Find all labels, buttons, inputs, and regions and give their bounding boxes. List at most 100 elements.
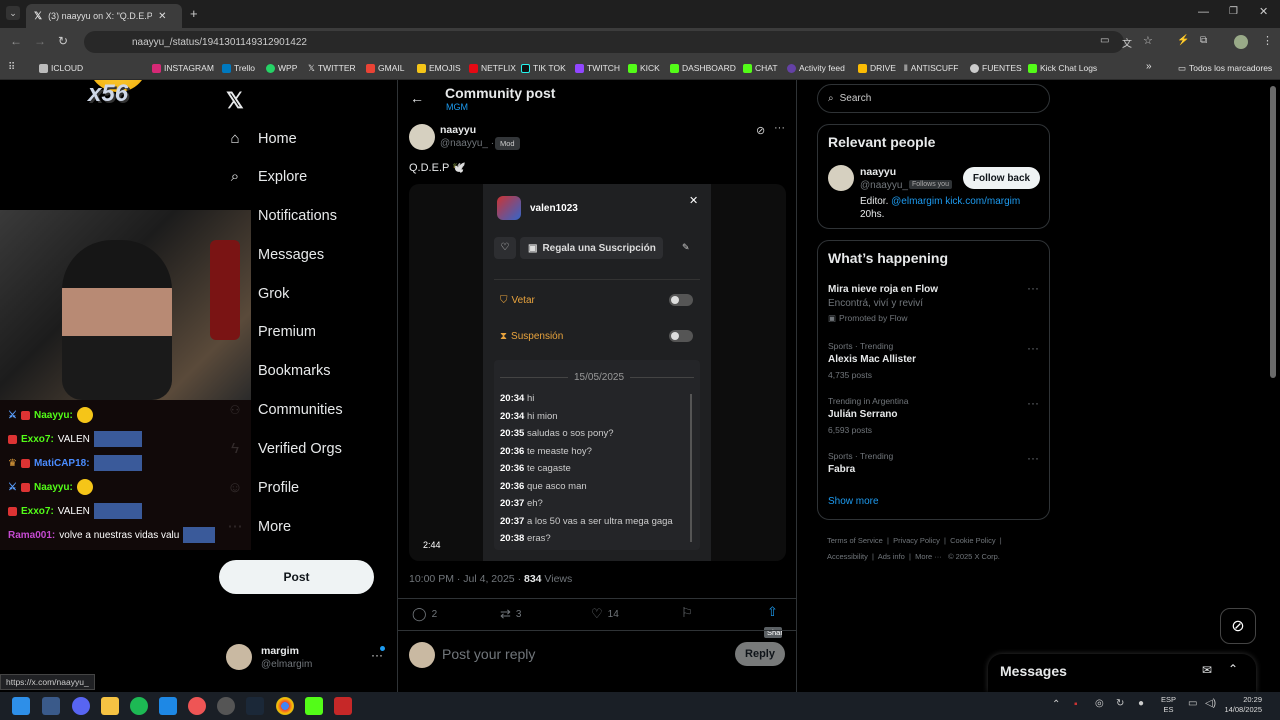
show-more-link[interactable]: Show more bbox=[828, 496, 879, 507]
nav-home[interactable]: ⌂ Home bbox=[226, 124, 296, 154]
expand-icon[interactable]: ⌃ bbox=[1228, 662, 1238, 676]
tray-chevron-icon[interactable]: ⌃ bbox=[1052, 699, 1060, 710]
grok-float-icon[interactable]: ⊘ bbox=[1220, 608, 1256, 644]
steam-icon[interactable] bbox=[246, 697, 264, 715]
reply-input[interactable]: Post your reply bbox=[442, 646, 535, 662]
community-name[interactable]: MGM bbox=[446, 102, 468, 112]
window-close-icon[interactable]: ✕ bbox=[1259, 5, 1268, 18]
bookmark-emojis[interactable]: EMOJIS bbox=[417, 56, 461, 80]
bookmark-tiktok[interactable]: TIK TOK bbox=[521, 56, 566, 80]
all-bookmarks[interactable]: ▭ Todos los marcadores bbox=[1178, 56, 1272, 80]
forward-icon[interactable]: → bbox=[34, 34, 46, 48]
post-author-name[interactable]: naayyu bbox=[440, 124, 476, 136]
follow-back-button[interactable]: Follow back bbox=[963, 167, 1040, 189]
spotify-icon[interactable] bbox=[130, 697, 148, 715]
account-avatar[interactable] bbox=[226, 644, 252, 670]
kick-icon[interactable] bbox=[305, 697, 323, 715]
browser-tab[interactable]: 𝕏 (3) naayyu on X: "Q.D.E.P 🕊 ht ✕ bbox=[26, 4, 182, 28]
footer-link[interactable]: Privacy Policy bbox=[893, 536, 940, 545]
trend-menu-icon[interactable]: ··· bbox=[1027, 451, 1039, 465]
footer-link[interactable]: Ads info bbox=[878, 552, 905, 561]
new-tab-icon[interactable]: + bbox=[190, 6, 198, 21]
bookmark-netflix[interactable]: NETFLIX bbox=[469, 56, 516, 80]
language-indicator[interactable]: ESP ES bbox=[1161, 695, 1176, 715]
trend-menu-icon[interactable]: ··· bbox=[1027, 281, 1039, 295]
tray-app-icon[interactable]: ↻ bbox=[1116, 698, 1124, 709]
footer-link[interactable]: Terms of Service bbox=[827, 536, 883, 545]
extension-icon[interactable]: ⚡ bbox=[1177, 35, 1189, 46]
bookmark-action-icon[interactable]: ⚐ bbox=[681, 605, 693, 621]
tray-app-icon[interactable]: ▪ bbox=[1074, 699, 1078, 710]
app-icon[interactable] bbox=[42, 697, 60, 715]
like-action[interactable]: ♡ 14 bbox=[591, 606, 619, 622]
x-logo-icon[interactable]: 𝕏 bbox=[226, 88, 244, 114]
bookmark-activity-feed[interactable]: Activity feed bbox=[787, 56, 845, 80]
page-scrollbar[interactable] bbox=[1270, 86, 1276, 378]
chrome-icon[interactable] bbox=[276, 697, 294, 715]
bookmark-twitter[interactable]: 𝕏 TWITTER bbox=[308, 56, 356, 80]
trend-item[interactable]: Sports · Trending Alexis Mac Allister 4,… bbox=[818, 341, 1051, 386]
minimize-icon[interactable]: — bbox=[1198, 6, 1209, 18]
bookmark-antiscuff[interactable]: ⦀ ANTISCUFF bbox=[904, 56, 958, 80]
network-icon[interactable]: ▭ bbox=[1188, 698, 1197, 709]
notes-icon[interactable] bbox=[159, 697, 177, 715]
windows-start-icon[interactable] bbox=[12, 697, 30, 715]
discord-icon[interactable] bbox=[72, 697, 90, 715]
reply-button[interactable]: Reply bbox=[735, 642, 785, 666]
nav-explore[interactable]: ⌕ Explore bbox=[226, 162, 307, 192]
apps-grid-icon[interactable]: ⠿ bbox=[8, 62, 15, 73]
bookmark-chat[interactable]: CHAT bbox=[743, 56, 778, 80]
bookmark-twitch[interactable]: TWITCH bbox=[575, 56, 620, 80]
bookmark-gmail[interactable]: GMAIL bbox=[366, 56, 404, 80]
volume-icon[interactable]: ◁) bbox=[1205, 698, 1216, 709]
post-author-handle[interactable]: @naayyu_ · bbox=[440, 138, 494, 149]
person-name[interactable]: naayyu bbox=[860, 166, 896, 178]
app-icon[interactable] bbox=[334, 697, 352, 715]
profile-avatar-icon[interactable] bbox=[1234, 35, 1248, 49]
bookmark-wpp[interactable]: WPP bbox=[266, 56, 297, 80]
address-bar[interactable]: naayyu_/status/1941301149312901422 bbox=[84, 31, 1124, 53]
app-icon[interactable] bbox=[217, 697, 235, 715]
bookmark-dashboard[interactable]: DASHBOARD bbox=[670, 56, 736, 80]
back-icon[interactable]: ← bbox=[10, 34, 22, 48]
trend-item[interactable]: Mira nieve roja en Flow Encontrá, viví y… bbox=[818, 281, 1051, 331]
footer-link[interactable]: Accessibility bbox=[827, 552, 868, 561]
bio-link[interactable]: @elmargim kick.com/margim bbox=[891, 196, 1020, 207]
bookmark-fuentes[interactable]: FUENTES bbox=[970, 56, 1022, 80]
post-video[interactable]: valen1023 ✕ ♡ ▣ Regala una Suscripción ✎ … bbox=[409, 184, 786, 561]
translate-icon[interactable]: 文 bbox=[1122, 35, 1132, 50]
bookmark-icloud[interactable]: ICLOUD bbox=[39, 56, 83, 80]
browser-menu-icon[interactable]: ⋮ bbox=[1262, 34, 1273, 47]
mic-icon[interactable]: ● bbox=[1138, 698, 1144, 709]
bookmark-drive[interactable]: DRIVE bbox=[858, 56, 896, 80]
more-bookmarks-icon[interactable]: » bbox=[1146, 61, 1152, 72]
clock[interactable]: 20:29 14/08/2025 bbox=[1220, 695, 1262, 715]
post-author-avatar[interactable] bbox=[409, 124, 435, 150]
grok-icon[interactable]: ⊘ bbox=[756, 124, 765, 137]
extensions-puzzle-icon[interactable]: ⧉ bbox=[1200, 35, 1207, 46]
person-avatar[interactable] bbox=[828, 165, 854, 191]
trend-menu-icon[interactable]: ··· bbox=[1027, 396, 1039, 410]
reply-action[interactable]: ◯ 2 bbox=[412, 606, 437, 622]
bookmark-trello[interactable]: Trello bbox=[222, 56, 255, 80]
trend-item[interactable]: Sports · Trending Fabra ··· bbox=[818, 451, 1051, 486]
app-icon[interactable] bbox=[188, 697, 206, 715]
trend-menu-icon[interactable]: ··· bbox=[1027, 341, 1039, 355]
reload-icon[interactable]: ↻ bbox=[58, 34, 68, 48]
bookmark-kick-chat-logs[interactable]: Kick Chat Logs bbox=[1028, 56, 1097, 80]
trend-item[interactable]: Trending in Argentina Julián Serrano 6,5… bbox=[818, 396, 1051, 441]
footer-link[interactable]: More ··· bbox=[915, 552, 942, 561]
post-button[interactable]: Post bbox=[219, 560, 374, 594]
star-icon[interactable]: ☆ bbox=[1143, 34, 1153, 47]
tab-list-icon[interactable]: ⌄ bbox=[6, 6, 20, 20]
share-icon[interactable]: ⇧ bbox=[767, 604, 778, 620]
search-input[interactable]: ⌕ Search bbox=[817, 84, 1050, 113]
bookmark-kick[interactable]: KICK bbox=[628, 56, 660, 80]
back-arrow-icon[interactable]: ← bbox=[410, 90, 424, 106]
post-menu-icon[interactable]: ··· bbox=[774, 122, 785, 134]
install-icon[interactable]: ▭ bbox=[1100, 35, 1109, 46]
footer-link[interactable]: Cookie Policy bbox=[950, 536, 995, 545]
tab-close-icon[interactable]: ✕ bbox=[158, 11, 166, 22]
messages-drawer[interactable]: Messages ✉ ⌃ bbox=[988, 654, 1256, 692]
tray-app-icon[interactable]: ◎ bbox=[1095, 698, 1104, 709]
